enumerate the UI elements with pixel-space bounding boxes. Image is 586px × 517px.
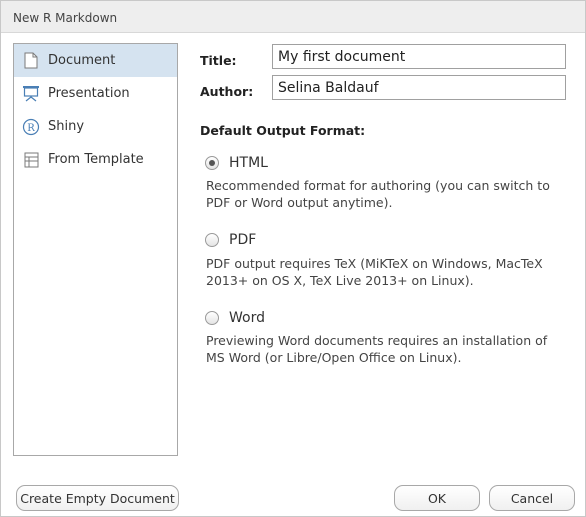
radio-html[interactable]: HTML — [205, 155, 268, 171]
radio-label-html: HTML — [229, 155, 268, 171]
sidebar-item-label: From Template — [48, 152, 144, 167]
ok-button[interactable]: OK — [394, 485, 480, 511]
presentation-icon — [22, 85, 40, 103]
word-description: Previewing Word documents requires an in… — [206, 333, 548, 365]
radio-pdf[interactable]: PDF — [205, 232, 256, 248]
default-output-format-heading: Default Output Format: — [200, 123, 366, 138]
template-type-list: Document Presentation R Shiny From Templ… — [13, 43, 178, 456]
shiny-r-icon: R — [22, 118, 40, 136]
sidebar-item-label: Presentation — [48, 86, 130, 101]
sidebar-item-shiny[interactable]: R Shiny — [14, 110, 177, 143]
new-r-markdown-dialog: New R Markdown Document Presentation R S… — [0, 0, 586, 517]
radio-label-pdf: PDF — [229, 232, 257, 248]
cancel-button[interactable]: Cancel — [489, 485, 575, 511]
radio-word[interactable]: Word — [205, 310, 265, 326]
sidebar-item-document[interactable]: Document — [14, 44, 177, 77]
radio-button-word[interactable] — [205, 311, 219, 325]
create-empty-document-button[interactable]: Create Empty Document — [16, 485, 179, 511]
title-label: Title: — [200, 53, 237, 68]
sidebar-item-presentation[interactable]: Presentation — [14, 77, 177, 110]
sidebar-item-from-template[interactable]: From Template — [14, 143, 177, 176]
template-icon — [22, 151, 40, 169]
pdf-description: PDF output requires TeX (MiKTeX on Windo… — [206, 256, 543, 288]
radio-label-word: Word — [229, 310, 265, 326]
svg-text:R: R — [27, 123, 35, 134]
author-label: Author: — [200, 84, 254, 99]
window-title: New R Markdown — [13, 11, 118, 25]
html-description: Recommended format for authoring (you ca… — [206, 178, 550, 210]
sidebar-item-label: Shiny — [48, 119, 85, 134]
sidebar-item-label: Document — [48, 53, 116, 68]
author-input[interactable] — [272, 75, 566, 100]
document-icon — [22, 52, 40, 70]
title-input[interactable] — [272, 44, 566, 69]
radio-button-pdf[interactable] — [205, 233, 219, 247]
radio-button-html[interactable] — [205, 156, 219, 170]
window-titlebar: New R Markdown — [1, 1, 585, 33]
